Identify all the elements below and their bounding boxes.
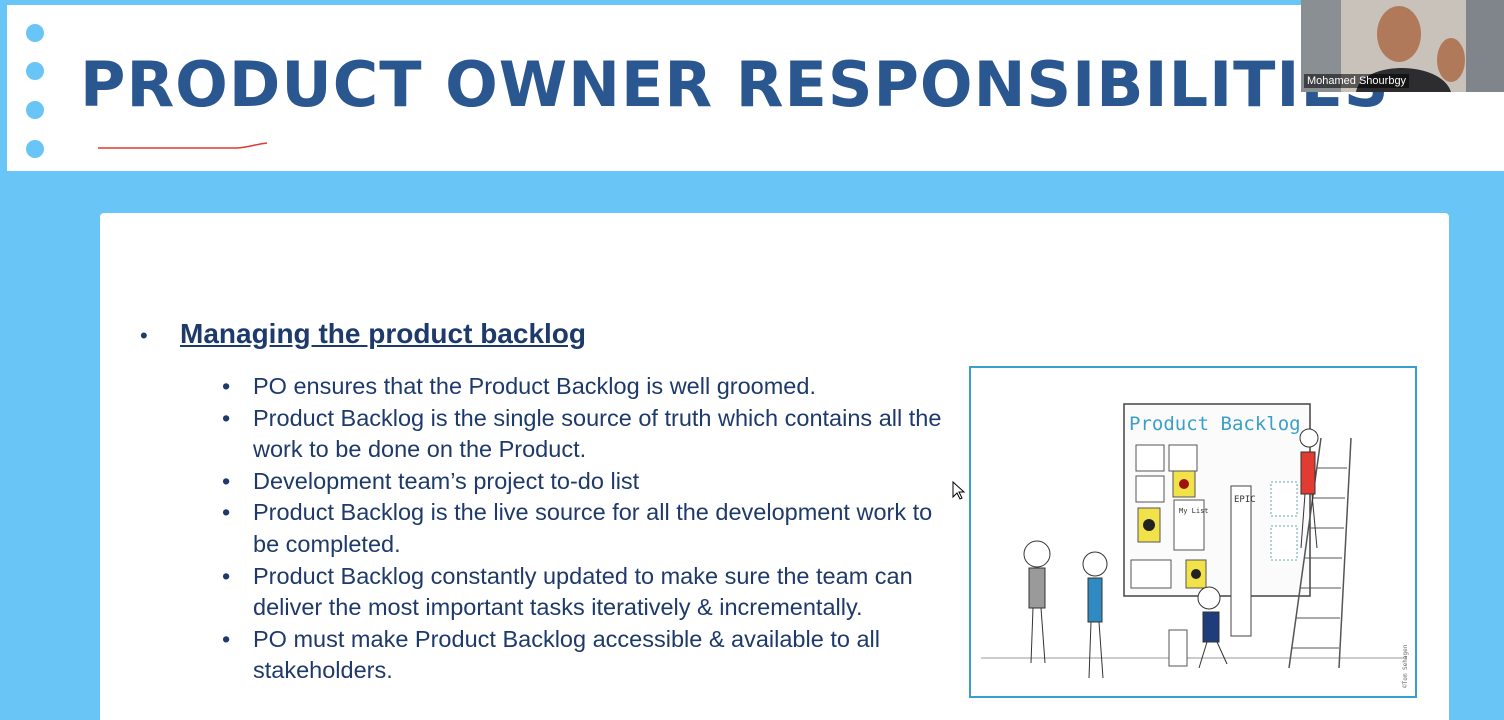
list-item-text: Development team’s project to-do list: [253, 467, 640, 494]
list-item-text: Product Backlog is the live source for a…: [253, 499, 933, 557]
board-title: Product Backlog: [1129, 413, 1301, 435]
list-item-text: PO ensures that the Product Backlog is w…: [253, 373, 816, 399]
mouse-pointer-icon: [952, 481, 966, 500]
bullet: •: [222, 562, 231, 589]
bullet: •: [222, 373, 231, 399]
participant-name: Mohamed Shourbgy: [1304, 74, 1410, 88]
decor-dot: [26, 62, 44, 80]
list-item: • Product Backlog is the live source for …: [222, 497, 942, 560]
list-item-text: Product Backlog is the single source of …: [253, 404, 942, 463]
responsibility-list: • PO ensures that the Product Backlog is …: [222, 371, 942, 687]
bullet: •: [222, 404, 231, 431]
webcam-tile: Mohamed Shourbgy: [1301, 0, 1504, 92]
decor-dot: [26, 24, 44, 42]
epic-label: EPIC: [1234, 495, 1256, 505]
list-item-text: PO must make Product Backlog accessible …: [253, 625, 880, 684]
list-item: • Product Backlog is the single source of…: [222, 403, 942, 466]
list-item: • Product Backlog constantly updated to m…: [222, 561, 942, 624]
decor-dot: [26, 140, 44, 158]
section-heading: Managing the product backlog: [180, 318, 587, 349]
section-heading-row: • Managing the product backlog: [140, 318, 586, 350]
backlog-drawing: Product Backlog My List EPIC ©Tom Sehage…: [981, 403, 1409, 688]
list-item: • PO ensures that the Product Backlog is …: [222, 371, 942, 403]
bullet: •: [222, 499, 231, 526]
list-item-text: Product Backlog constantly updated to ma…: [253, 562, 913, 621]
annotation-underline: [98, 142, 268, 149]
list-label: My List: [1179, 507, 1209, 515]
list-item: • PO must make Product Backlog accessible…: [222, 624, 942, 687]
slide-title: PRODUCT OWNER RESPONSIBILITIES: [80, 48, 1390, 121]
list-item: • Development team’s project to-do list: [222, 466, 942, 498]
bullet: •: [140, 323, 148, 348]
backlog-illustration: Product Backlog My List EPIC ©Tom Sehage…: [969, 366, 1417, 698]
decor-dot: [26, 101, 44, 119]
bullet: •: [222, 467, 231, 494]
illustration-credit: ©Tom Sehagen: [1402, 644, 1409, 688]
bullet: •: [222, 625, 231, 652]
